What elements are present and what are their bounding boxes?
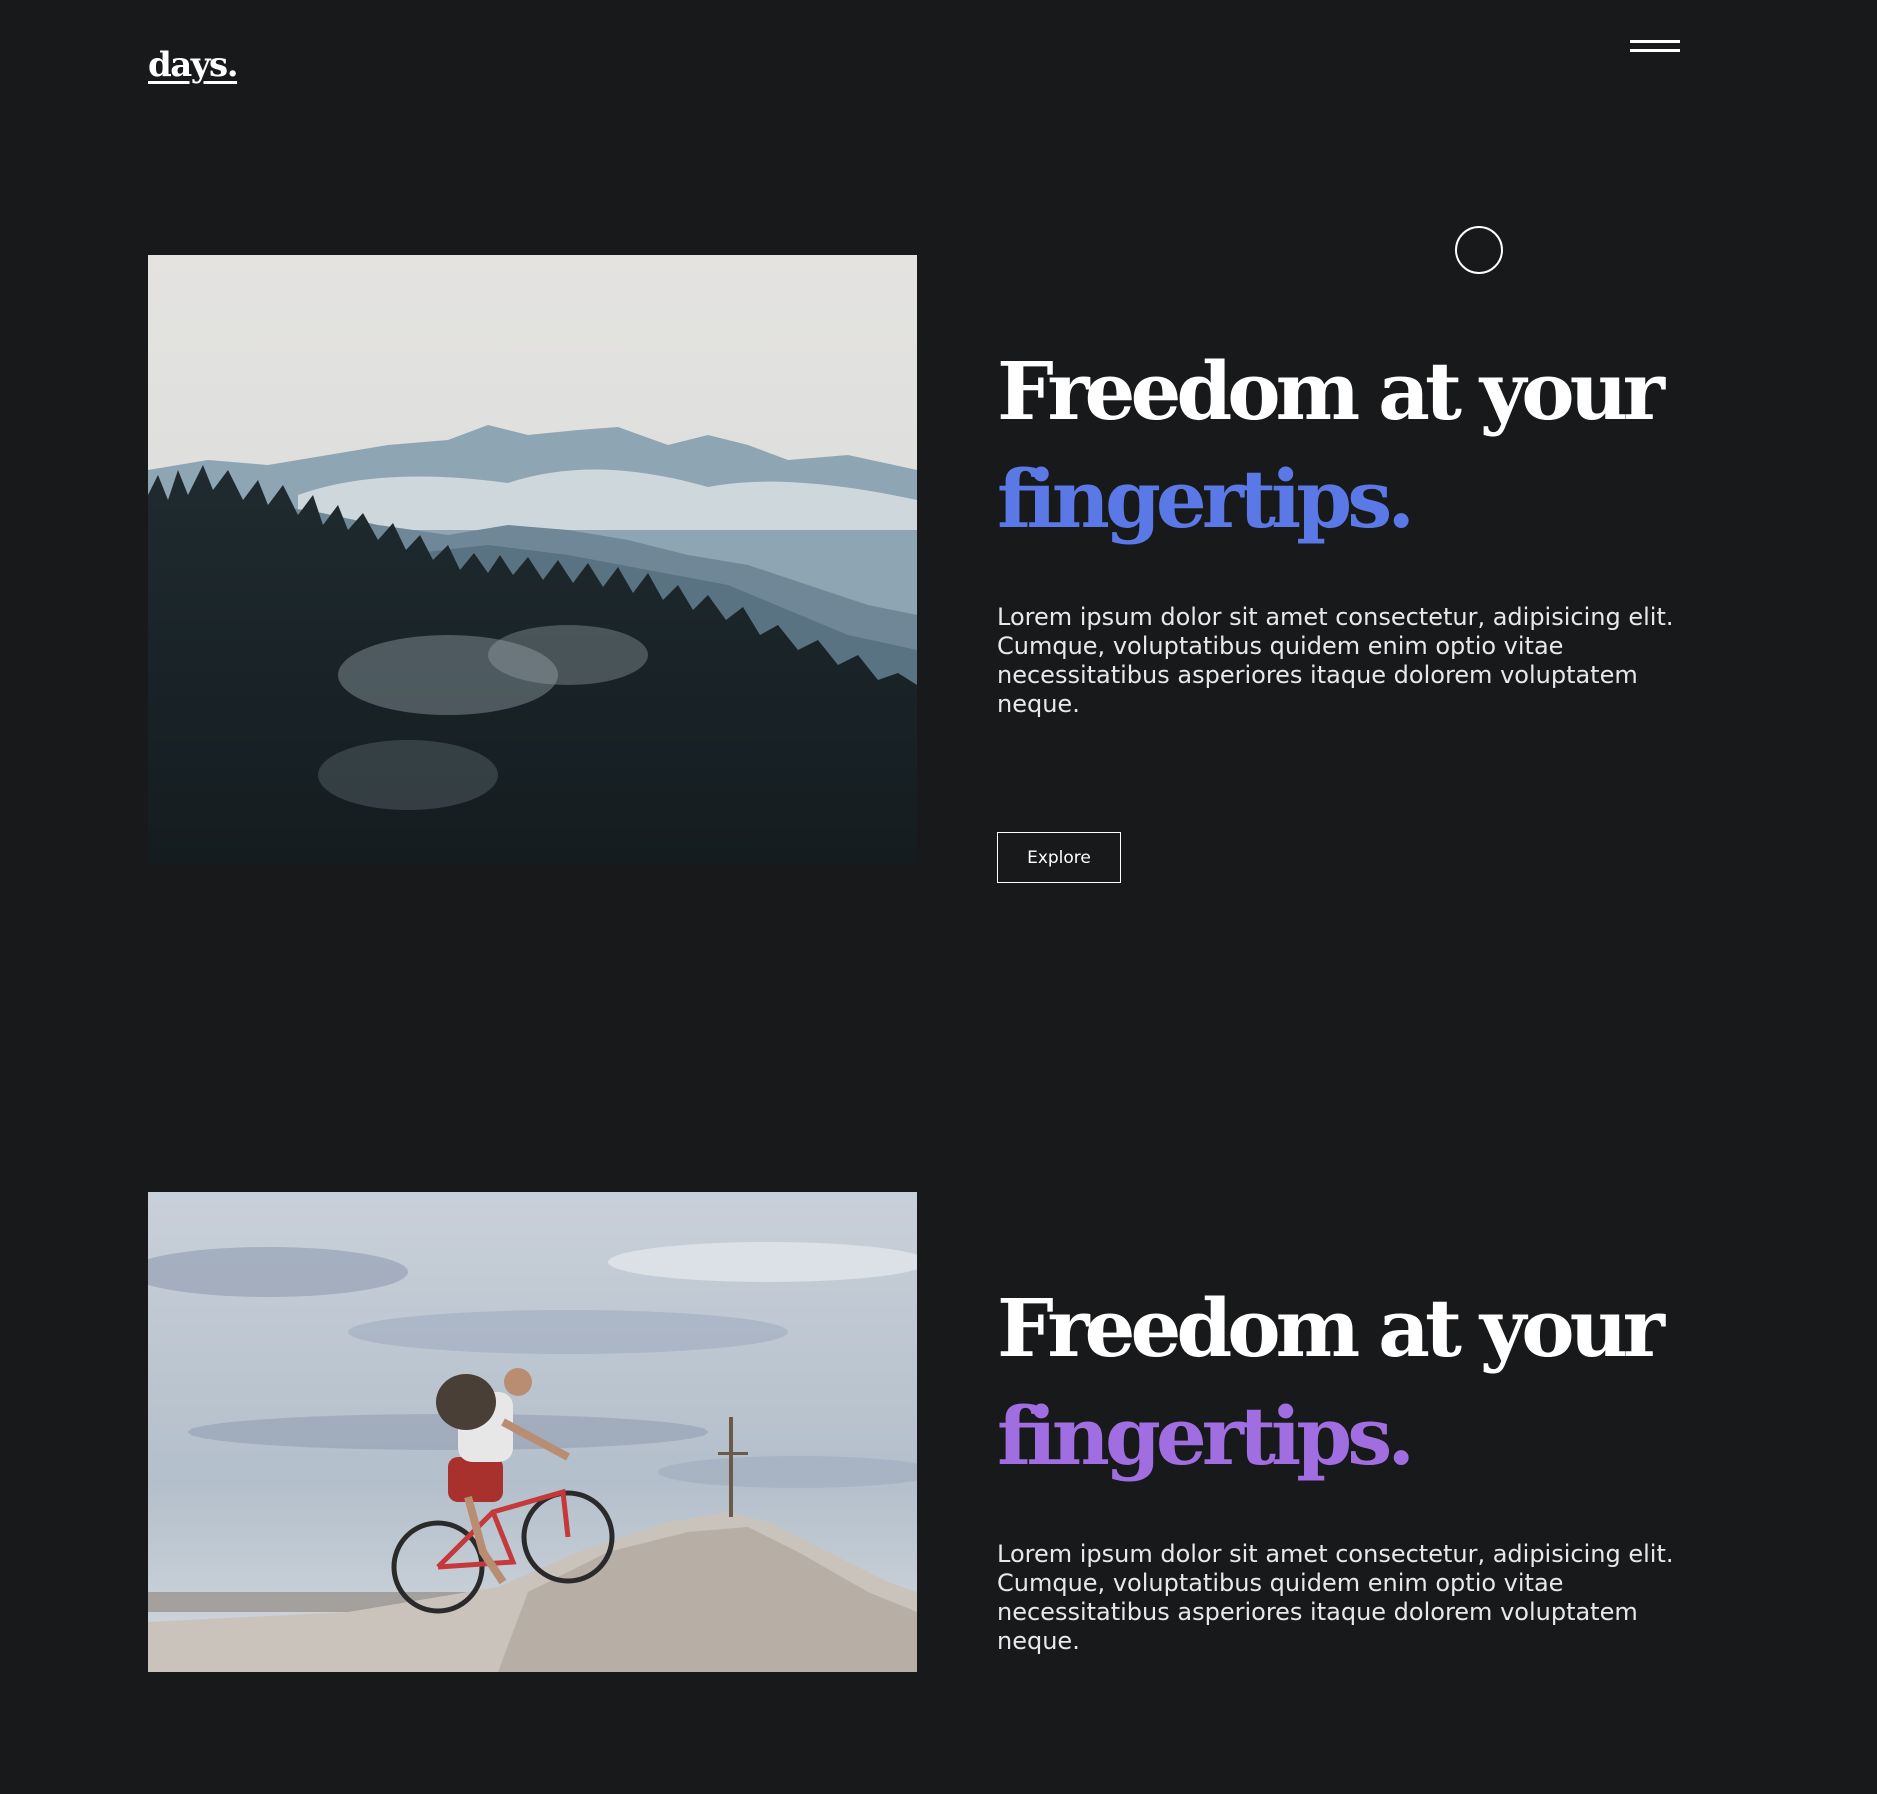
logo[interactable]: days. <box>148 48 239 82</box>
misty-forest-mountains-photo <box>148 255 917 865</box>
section-description: Lorem ipsum dolor sit amet consectetur, … <box>997 1540 1674 1655</box>
explore-button[interactable]: Explore <box>997 832 1121 883</box>
mountain-biker-summit-photo <box>148 1192 917 1672</box>
headline: Freedom at your fingertips. <box>997 1274 1697 1490</box>
headline-line: Freedom at your <box>997 344 1665 438</box>
hamburger-menu-icon[interactable] <box>1630 38 1680 54</box>
section-description: Lorem ipsum dolor sit amet consectetur, … <box>997 603 1674 718</box>
headline-line: Freedom at your <box>997 1281 1665 1375</box>
headline-accent: fingertips. <box>997 1389 1415 1483</box>
headline-accent: fingertips. <box>997 452 1415 546</box>
feature-section-2: Freedom at your fingertips. Lorem ipsum … <box>148 1192 1688 1672</box>
headline: Freedom at your fingertips. <box>997 337 1697 553</box>
feature-section-1: Freedom at your fingertips. Lorem ipsum … <box>148 255 1688 883</box>
